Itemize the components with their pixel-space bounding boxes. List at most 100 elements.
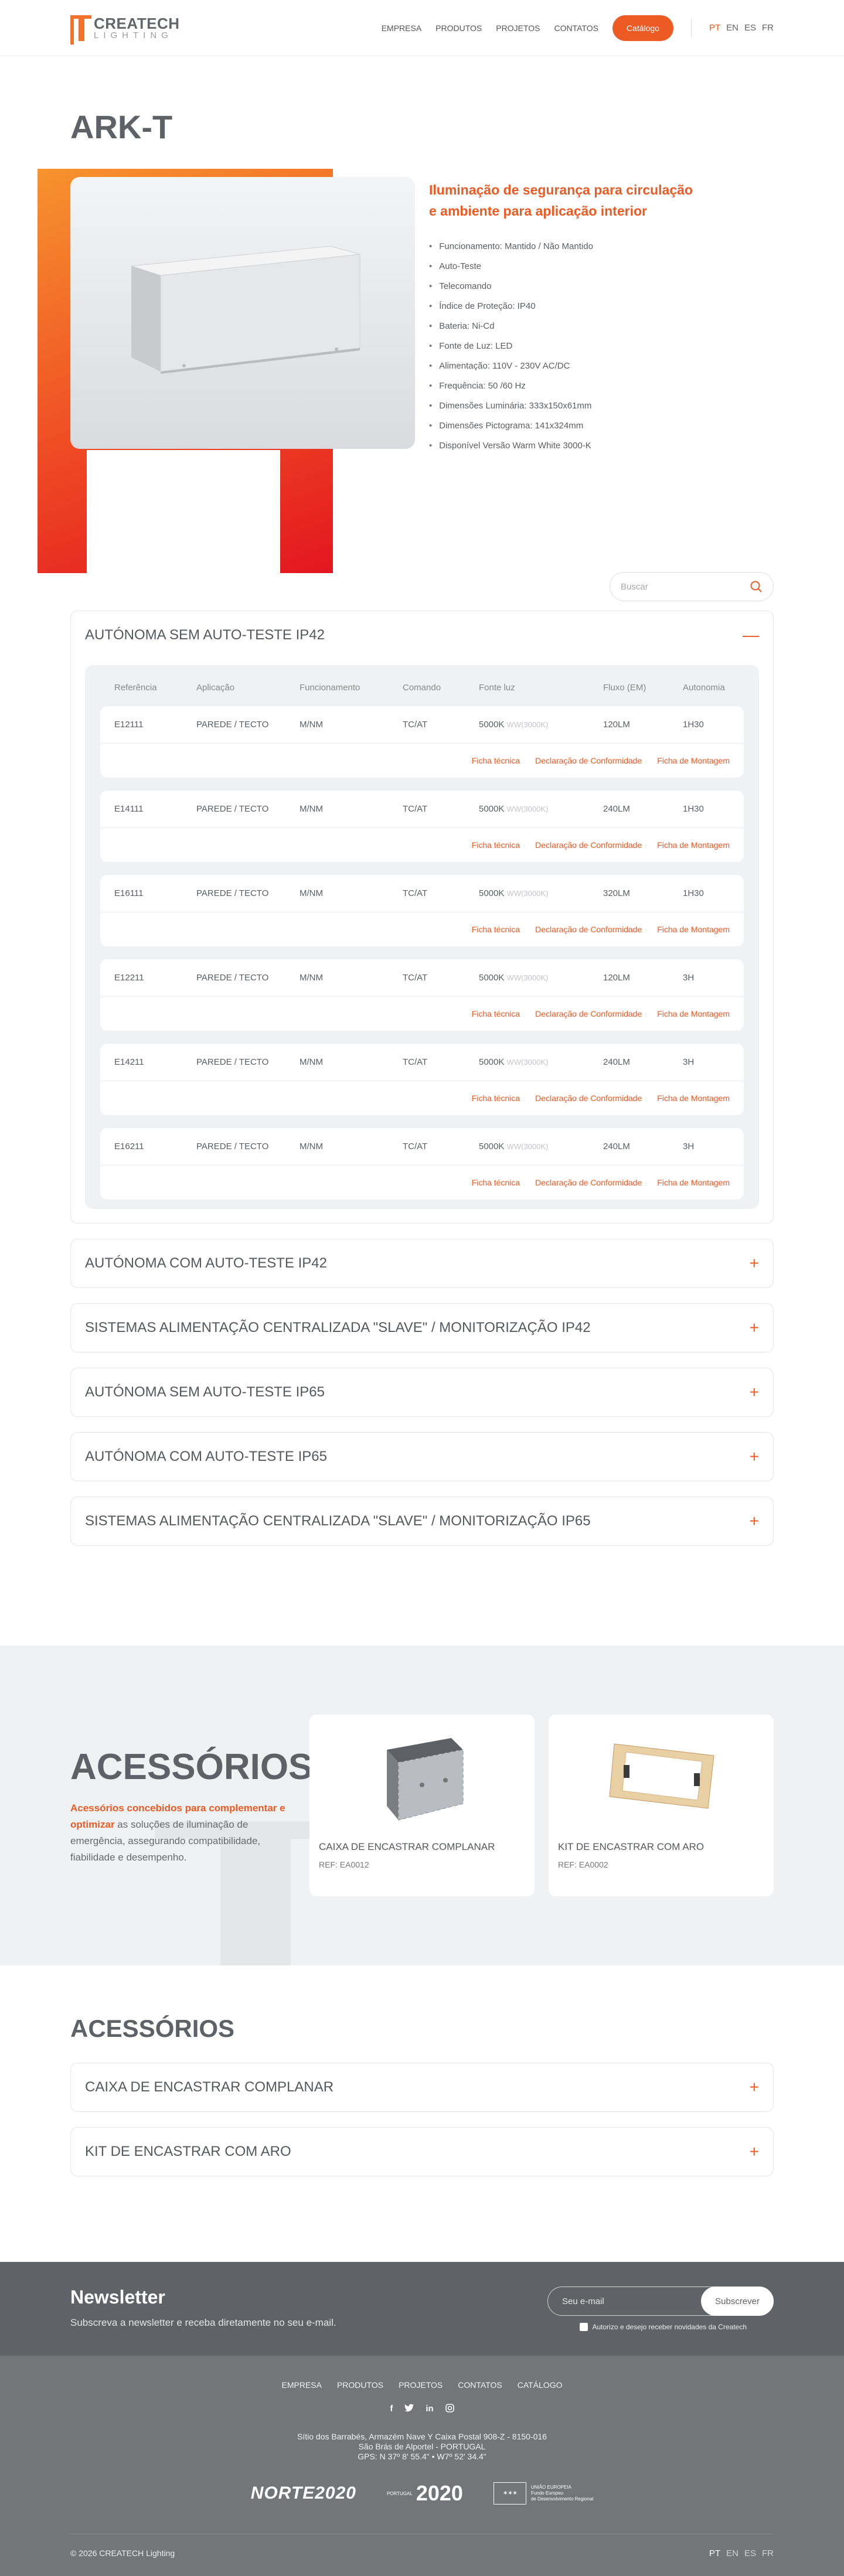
- site-footer: EMPRESA PRODUTOS PROJETOS CONTATOS CATÁL…: [0, 2356, 844, 2576]
- search-input[interactable]: [621, 581, 738, 592]
- conformity-declaration-link[interactable]: Declaração de Conformidade: [535, 840, 642, 850]
- assembly-sheet-link[interactable]: Ficha de Montagem: [657, 1009, 730, 1018]
- lang-es[interactable]: ES: [744, 2548, 756, 2558]
- accordion-header[interactable]: AUTÓNOMA SEM AUTO-TESTE IP42 —: [71, 611, 773, 659]
- conformity-declaration-link[interactable]: Declaração de Conformidade: [535, 1009, 642, 1018]
- email-field[interactable]: [548, 2296, 702, 2306]
- footer-link[interactable]: PROJETOS: [399, 2380, 443, 2390]
- copyright: © 2026 CREATECH Lighting: [70, 2548, 175, 2558]
- table-cell: M/NM: [300, 1142, 323, 1151]
- assembly-sheet-link[interactable]: Ficha de Montagem: [657, 756, 730, 765]
- accordion-header[interactable]: AUTÓNOMA SEM AUTO-TESTE IP65 +: [71, 1368, 773, 1416]
- accessory-name: KIT DE ENCASTRAR COM ARO: [558, 1841, 705, 1852]
- nav-produtos[interactable]: PRODUTOS: [435, 23, 482, 33]
- lang-fr[interactable]: FR: [762, 23, 774, 33]
- lang-fr[interactable]: FR: [762, 2548, 774, 2558]
- plus-icon[interactable]: +: [750, 2078, 759, 2097]
- footer-link[interactable]: PRODUTOS: [337, 2380, 383, 2390]
- accordion-header[interactable]: SISTEMAS ALIMENTAÇÃO CENTRALIZADA "SLAVE…: [71, 1304, 773, 1352]
- accordion-header[interactable]: CAIXA DE ENCASTRAR COMPLANAR +: [71, 2063, 773, 2111]
- footer-link[interactable]: CONTATOS: [458, 2380, 502, 2390]
- tech-sheet-link[interactable]: Ficha técnica: [472, 1178, 520, 1187]
- accessory-card[interactable]: KIT DE ENCASTRAR COM ARO REF: EA0002: [549, 1715, 774, 1896]
- footer-link[interactable]: EMPRESA: [282, 2380, 322, 2390]
- table-cell: 3H: [683, 973, 695, 983]
- newsletter-subtitle: Subscreva a newsletter e receba diretame…: [70, 2317, 336, 2328]
- product-specs: Iluminação de segurança para circulação …: [429, 179, 734, 456]
- table-cell: 5000K WW(3000K): [479, 1142, 549, 1151]
- table-cell: M/NM: [300, 1057, 323, 1067]
- accessory-card[interactable]: CAIXA DE ENCASTRAR COMPLANAR REF: EA0012: [309, 1715, 535, 1896]
- facebook-icon[interactable]: f: [390, 2404, 393, 2415]
- spec-item: Alimentação: 110V - 230V AC/DC: [429, 356, 734, 376]
- search-icon[interactable]: [750, 580, 763, 593]
- plus-icon[interactable]: +: [750, 1447, 759, 1466]
- table-cell: 5000K WW(3000K): [479, 888, 549, 898]
- twitter-icon[interactable]: [404, 2404, 414, 2415]
- tech-sheet-link[interactable]: Ficha técnica: [472, 756, 520, 765]
- table-cell: E14111: [114, 804, 144, 814]
- table-cell: TC/AT: [403, 973, 428, 983]
- table-cell: E12111: [114, 720, 144, 730]
- accordion-header[interactable]: KIT DE ENCASTRAR COM ARO +: [71, 2128, 773, 2176]
- catalog-button[interactable]: Catálogo: [612, 15, 673, 41]
- checkbox-icon[interactable]: [579, 2323, 588, 2331]
- footer-link[interactable]: CATÁLOGO: [518, 2380, 563, 2390]
- newsletter-section: Newsletter Subscreva a newsletter e rece…: [0, 2262, 844, 2356]
- product-table: Referência Aplicação Funcionamento Coman…: [85, 665, 759, 1209]
- assembly-sheet-link[interactable]: Ficha de Montagem: [657, 925, 730, 934]
- lang-pt[interactable]: PT: [709, 23, 720, 33]
- plus-icon[interactable]: +: [750, 1383, 759, 1402]
- lang-en[interactable]: EN: [726, 2548, 738, 2558]
- accessory-ref: REF: EA0012: [319, 1860, 369, 1869]
- linkedin-icon[interactable]: in: [426, 2404, 433, 2415]
- product-title: ARK-T: [70, 108, 173, 145]
- conformity-declaration-link[interactable]: Declaração de Conformidade: [535, 756, 642, 765]
- nav-contatos[interactable]: CONTATOS: [554, 23, 598, 33]
- table-cell: 5000K WW(3000K): [479, 1057, 549, 1067]
- accordion-section: AUTÓNOMA COM AUTO-TESTE IP65 +: [70, 1432, 774, 1481]
- accordion-header[interactable]: AUTÓNOMA COM AUTO-TESTE IP65 +: [71, 1433, 773, 1481]
- subscribe-button[interactable]: Subscrever: [701, 2287, 774, 2316]
- plus-icon[interactable]: +: [750, 1318, 759, 1337]
- plus-icon[interactable]: +: [750, 1512, 759, 1531]
- table-cell: 5000K WW(3000K): [479, 804, 549, 814]
- table-cell: PAREDE / TECTO: [196, 1057, 269, 1067]
- accordion-section: AUTÓNOMA COM AUTO-TESTE IP42 +: [70, 1239, 774, 1288]
- tech-sheet-link[interactable]: Ficha técnica: [472, 840, 520, 850]
- spec-item: Frequência: 50 /60 Hz: [429, 376, 734, 396]
- nav-projetos[interactable]: PROJETOS: [496, 23, 540, 33]
- nav-empresa[interactable]: EMPRESA: [382, 23, 421, 33]
- table-cell: TC/AT: [403, 1057, 428, 1067]
- table-cell: 5000K WW(3000K): [479, 973, 549, 983]
- conformity-declaration-link[interactable]: Declaração de Conformidade: [535, 1093, 642, 1103]
- table-cell: PAREDE / TECTO: [196, 1142, 269, 1151]
- table-cell: M/NM: [300, 888, 323, 898]
- accordion-header[interactable]: SISTEMAS ALIMENTAÇÃO CENTRALIZADA "SLAVE…: [71, 1497, 773, 1545]
- assembly-sheet-link[interactable]: Ficha de Montagem: [657, 1093, 730, 1103]
- plus-icon[interactable]: +: [750, 1254, 759, 1273]
- footer-bottom: © 2026 CREATECH Lighting PT EN ES FR: [70, 2534, 774, 2558]
- spec-item: Índice de Proteção: IP40: [429, 297, 734, 316]
- instagram-icon[interactable]: [445, 2404, 454, 2415]
- conformity-declaration-link[interactable]: Declaração de Conformidade: [535, 1178, 642, 1187]
- accordion-header[interactable]: AUTÓNOMA COM AUTO-TESTE IP42 +: [71, 1239, 773, 1287]
- lang-es[interactable]: ES: [744, 23, 756, 33]
- table-cell: 240LM: [603, 1142, 630, 1151]
- tech-sheet-link[interactable]: Ficha técnica: [472, 1093, 520, 1103]
- tech-sheet-link[interactable]: Ficha técnica: [472, 925, 520, 934]
- accordion-section: KIT DE ENCASTRAR COM ARO +: [70, 2127, 774, 2176]
- minus-icon[interactable]: —: [743, 626, 759, 645]
- table-cell: 1H30: [683, 804, 704, 814]
- table-cell: TC/AT: [403, 720, 428, 730]
- assembly-sheet-link[interactable]: Ficha de Montagem: [657, 840, 730, 850]
- createch-logo[interactable]: CREATECH LIGHTING: [70, 15, 180, 45]
- consent-checkbox[interactable]: Autorizo e desejo receber novidades da C…: [579, 2323, 747, 2331]
- tech-sheet-link[interactable]: Ficha técnica: [472, 1009, 520, 1018]
- conformity-declaration-link[interactable]: Declaração de Conformidade: [535, 925, 642, 934]
- assembly-sheet-link[interactable]: Ficha de Montagem: [657, 1178, 730, 1187]
- plus-icon[interactable]: +: [750, 2142, 759, 2161]
- lang-pt[interactable]: PT: [709, 2548, 720, 2558]
- lang-en[interactable]: EN: [726, 23, 738, 33]
- table-cell: TC/AT: [403, 1142, 428, 1151]
